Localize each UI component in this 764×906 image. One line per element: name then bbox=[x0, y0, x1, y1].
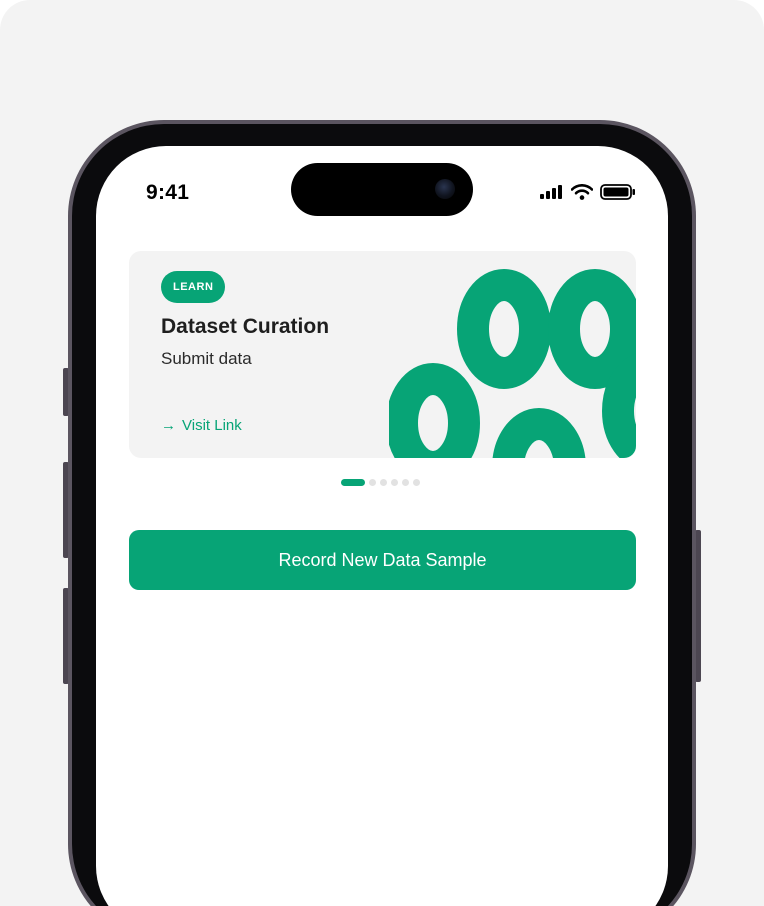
cellular-signal-icon bbox=[540, 185, 562, 199]
carousel-pagination[interactable] bbox=[341, 479, 420, 486]
card-subtitle: Submit data bbox=[161, 349, 252, 368]
phone-screen: 9:41 LEARN Dataset Curation Submit data … bbox=[96, 146, 668, 906]
wifi-icon bbox=[571, 184, 593, 200]
card-title: Dataset Curation bbox=[161, 315, 330, 338]
carousel-dot[interactable] bbox=[341, 479, 365, 486]
visit-link-label: Visit Link bbox=[182, 417, 242, 434]
status-icons bbox=[540, 183, 636, 201]
learn-badge: LEARN bbox=[161, 271, 226, 303]
visit-link[interactable]: → Visit Link bbox=[161, 417, 242, 434]
green-rings-decoration bbox=[389, 269, 636, 458]
promo-card[interactable]: LEARN Dataset Curation Submit data → Vis… bbox=[129, 251, 636, 458]
preview-canvas: 9:41 LEARN Dataset Curation Submit data … bbox=[0, 0, 764, 906]
front-camera bbox=[435, 179, 455, 199]
arrow-right-icon: → bbox=[161, 417, 176, 434]
battery-icon bbox=[600, 184, 635, 200]
carousel-dot[interactable] bbox=[391, 479, 398, 486]
carousel-dot[interactable] bbox=[402, 479, 409, 486]
carousel-dot[interactable] bbox=[413, 479, 420, 486]
record-new-data-sample-button[interactable]: Record New Data Sample bbox=[129, 530, 636, 590]
carousel-dot[interactable] bbox=[369, 479, 376, 486]
dynamic-island bbox=[291, 163, 473, 216]
carousel-dot[interactable] bbox=[380, 479, 387, 486]
status-time: 9:41 bbox=[146, 181, 190, 204]
